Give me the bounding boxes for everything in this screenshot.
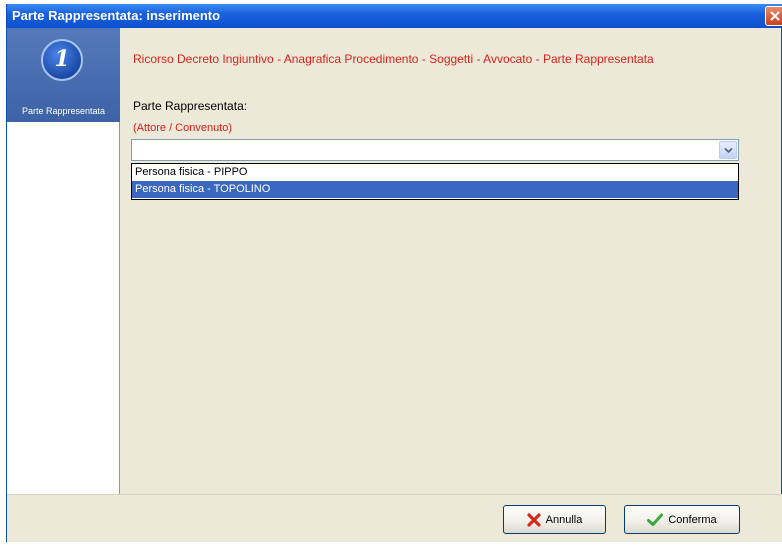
chevron-down-icon xyxy=(723,147,733,154)
cancel-button-label: Annulla xyxy=(545,513,583,526)
dropdown-option[interactable]: Persona fisica - PIPPO xyxy=(132,164,738,181)
confirm-button[interactable]: Conferma xyxy=(624,505,740,534)
window-title: Parte Rappresentata: inserimento xyxy=(12,8,221,23)
field-label: Parte Rappresentata: xyxy=(133,99,248,113)
close-button[interactable] xyxy=(765,6,782,26)
dialog-footer: Annulla Conferma xyxy=(7,494,782,542)
dialog-window: Parte Rappresentata: inserimento 1 Parte… xyxy=(6,4,782,542)
step-number-badge: 1 xyxy=(41,39,83,81)
wizard-step-1[interactable]: 1 Parte Rappresentata xyxy=(7,28,120,122)
cancel-button[interactable]: Annulla xyxy=(503,505,606,534)
green-checkmark-icon xyxy=(647,513,664,527)
parte-rappresentata-select[interactable] xyxy=(131,139,739,161)
step-label: Parte Rappresentata xyxy=(21,106,106,116)
red-x-icon xyxy=(527,512,541,527)
dropdown-button[interactable] xyxy=(719,141,737,159)
dropdown-list: Persona fisica - PIPPO Persona fisica - … xyxy=(131,163,739,200)
dropdown-option-selected[interactable]: Persona fisica - TOPOLINO xyxy=(132,181,738,198)
close-icon xyxy=(770,11,780,21)
wizard-sidebar: 1 Parte Rappresentata xyxy=(7,28,120,494)
breadcrumb: Ricorso Decreto Ingiuntivo - Anagrafica … xyxy=(133,52,654,66)
field-sublabel: (Attore / Convenuto) xyxy=(133,122,233,134)
confirm-button-label: Conferma xyxy=(668,513,717,526)
title-bar[interactable]: Parte Rappresentata: inserimento xyxy=(7,4,782,28)
